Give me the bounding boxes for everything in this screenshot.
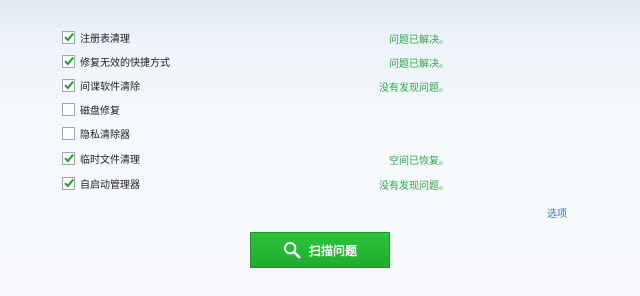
checkmark-icon xyxy=(64,178,74,187)
checkmark-icon xyxy=(64,153,74,162)
item-label: 修复无效的快捷方式 xyxy=(80,57,170,69)
scan-problems-button[interactable]: 扫描问题 xyxy=(250,232,390,268)
checkmark-icon xyxy=(64,56,74,65)
status-text: 没有发现问题。 xyxy=(379,83,449,94)
startup-manager-checkbox[interactable] xyxy=(62,176,75,190)
list-item-temp-file-cleanup[interactable]: 临时文件清理 xyxy=(62,146,582,170)
temp-file-cleanup-checkbox[interactable] xyxy=(62,151,75,165)
spyware-removal-checkbox[interactable] xyxy=(62,78,75,92)
status-text: 问题已解决。 xyxy=(389,35,449,46)
checkmark-icon xyxy=(64,32,74,41)
item-label: 隐私清除器 xyxy=(80,129,130,141)
scan-button-label: 扫描问题 xyxy=(308,243,357,258)
list-item-privacy-cleaner[interactable]: 隐私清除器 xyxy=(62,121,582,145)
list-item-registry-cleanup[interactable]: 注册表清理 xyxy=(62,25,582,49)
privacy-cleaner-checkbox[interactable] xyxy=(62,126,75,140)
checkmark-icon xyxy=(64,80,74,89)
list-item-disk-repair[interactable]: 磁盘修复 xyxy=(62,97,582,121)
item-label: 注册表清理 xyxy=(80,33,130,45)
status-text: 没有发现问题。 xyxy=(379,181,449,192)
list-item-startup-manager[interactable]: 自启动管理器 xyxy=(62,171,582,195)
search-icon xyxy=(283,241,301,259)
status-text: 空间已恢复。 xyxy=(389,156,449,167)
options-link[interactable]: 选项 xyxy=(547,205,567,220)
list-item-shortcut-repair[interactable]: 修复无效的快捷方式 xyxy=(62,49,582,73)
item-label: 间谍软件清除 xyxy=(80,81,140,93)
disk-repair-checkbox[interactable] xyxy=(62,102,75,116)
status-text: 问题已解决。 xyxy=(389,59,449,70)
shortcut-repair-checkbox[interactable] xyxy=(62,54,75,68)
item-label: 磁盘修复 xyxy=(80,105,120,117)
item-label: 自启动管理器 xyxy=(80,179,140,191)
registry-cleanup-checkbox[interactable] xyxy=(62,30,75,44)
item-label: 临时文件清理 xyxy=(80,154,140,166)
list-item-spyware-removal[interactable]: 间谍软件清除 xyxy=(62,73,582,97)
